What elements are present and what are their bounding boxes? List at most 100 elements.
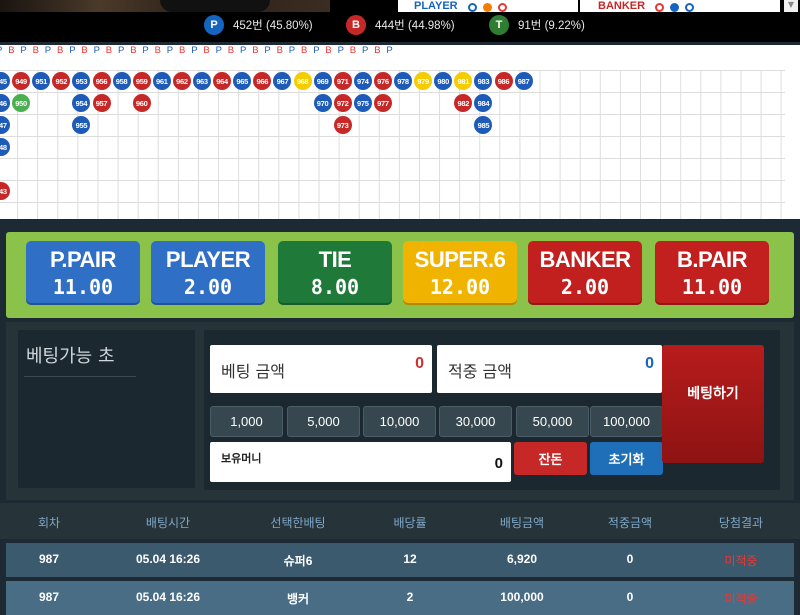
road-header-letter: B	[32, 45, 39, 56]
balance-value: 0	[494, 455, 503, 472]
player-badge: P	[204, 15, 224, 35]
bet-option-banker[interactable]: BANKER 2.00	[528, 241, 642, 305]
road-header-letter: B	[130, 45, 137, 56]
banker-prediction-label: BANKER	[598, 0, 646, 12]
road-ball: 970	[313, 94, 332, 112]
road-ball: 975	[353, 94, 372, 112]
road-header-letter: P	[240, 45, 247, 56]
place-bet-button[interactable]: 베팅하기	[662, 345, 764, 463]
table-cell: 0	[626, 590, 634, 604]
road-header-letter: B	[57, 45, 64, 56]
road-header-letter: B	[374, 45, 381, 56]
road-ball: 974	[353, 72, 372, 90]
table-header-cell: 배팅시간	[145, 516, 191, 530]
table-header-cell: 배당률	[393, 516, 427, 530]
chip-button[interactable]: 10,000	[363, 406, 436, 437]
stat-player-text: 452번 (45.80%)	[233, 20, 313, 32]
road-header-letter: P	[191, 45, 198, 56]
history-table-header: 회차 배팅시간 선택한배팅 배당률 배팅금액 적중금액 당첨결과	[0, 503, 800, 539]
road-header-letter: P	[337, 45, 344, 56]
road-ball: 969	[313, 72, 332, 90]
road-header-letter: B	[179, 45, 186, 56]
bet-option-p-pair[interactable]: P.PAIR 11.00	[26, 241, 140, 305]
road-header-letter: P	[69, 45, 76, 56]
road-header-letter: B	[301, 45, 308, 56]
bet-option-odds: 11.00	[52, 275, 114, 299]
table-cell: 0	[626, 552, 634, 566]
road-header-letter: B	[105, 45, 113, 56]
countdown-label: 베팅가능 초	[26, 346, 115, 367]
table-row: 987 05.04 16:26 슈퍼6 12 6,920 0 미적중	[6, 543, 794, 577]
road-header-letter: B	[81, 45, 88, 56]
road-ball: 976	[373, 72, 392, 90]
road-header-letter: P	[118, 45, 125, 56]
bet-amount-field: 베팅 금액 0	[210, 345, 432, 393]
bet-option-odds: 2.00	[183, 275, 233, 299]
chip-button[interactable]: 5,000	[287, 406, 360, 437]
table-cell: 슈퍼6	[283, 554, 313, 568]
chip-button[interactable]: 50,000	[516, 406, 589, 437]
bead-road: PBPBPBPBPBPBPBPBPBPBPBPBPBPBPBPBP ◀ ▶ 94…	[0, 45, 800, 219]
road-header-letter: P	[142, 45, 149, 56]
chip-button[interactable]: 100,000	[590, 406, 663, 437]
road-header: PBPBPBPBPBPBPBPBPBPBPBPBPBPBPBPBP	[0, 45, 785, 57]
road-ball: 960	[132, 94, 151, 112]
road-header-letter: P	[44, 45, 52, 56]
road-ball: 950	[12, 94, 31, 112]
road-header-letter: P	[0, 45, 2, 56]
countdown-box: 베팅가능 초	[18, 330, 195, 488]
tie-badge: T	[489, 15, 509, 35]
banker-badge: B	[346, 15, 366, 35]
table-header-cell: 배팅금액	[499, 516, 545, 530]
stats-bar: PLAYER BANKER ▼ P 452번 (45.80%) B 444번 (…	[0, 0, 800, 42]
bet-option-super-6[interactable]: SUPER.6 12.00	[403, 241, 517, 305]
player-prediction: PLAYER	[398, 0, 578, 12]
road-ball: 959	[132, 72, 151, 90]
table-cell: 미적중	[724, 554, 758, 568]
bet-option-name: BANKER	[539, 247, 631, 272]
bet-option-name: B.PAIR	[677, 247, 747, 272]
chip-button[interactable]: 1,000	[210, 406, 283, 437]
table-cell: 987	[38, 552, 60, 566]
bet-option-odds: 8.00	[310, 275, 360, 299]
road-ball: 949	[12, 72, 31, 90]
road-header-letter: P	[362, 45, 369, 56]
chip-button[interactable]: 30,000	[439, 406, 512, 437]
road-header-letter: P	[215, 45, 222, 56]
win-amount-label: 적중 금액	[448, 362, 512, 381]
table-cell: 6,920	[506, 552, 538, 566]
table-header-cell: 당첨결과	[718, 516, 764, 530]
bet-option-name: P.PAIR	[50, 247, 116, 272]
road-header-letter: P	[386, 45, 393, 56]
bet-amount-value: 0	[415, 355, 424, 372]
stat-player: P 452번 (45.80%)	[204, 14, 313, 36]
table-cell: 뱅커	[286, 592, 310, 606]
bet-option-player[interactable]: PLAYER 2.00	[151, 241, 265, 305]
balance-label: 보유머니	[221, 452, 262, 465]
win-amount-field: 적중 금액 0	[437, 345, 662, 393]
road-ball: 963	[193, 72, 211, 90]
road-header-letter: P	[20, 45, 27, 56]
bet-amount-label: 베팅 금액	[221, 362, 285, 381]
road-header-letter: B	[252, 45, 259, 56]
table-row: 987 05.04 16:26 뱅커 2 100,000 0 미적중	[6, 581, 794, 615]
bet-option-tie[interactable]: TIE 8.00	[278, 241, 392, 305]
table-header-cell: 선택한배팅	[270, 516, 326, 530]
road-ball: 962	[172, 72, 191, 90]
road-ball: 972	[333, 94, 352, 112]
road-grid	[0, 70, 785, 219]
bet-option-name: PLAYER	[165, 247, 251, 272]
road-header-letter: B	[203, 45, 210, 56]
road-header-letter: B	[325, 45, 332, 56]
road-header-letter: P	[313, 45, 320, 56]
chevron-down-icon[interactable]: ▼	[784, 0, 798, 12]
road-header-letter: B	[276, 45, 283, 56]
table-cell: 미적중	[724, 592, 758, 606]
road-header-letter: B	[349, 45, 357, 56]
banker-prediction: BANKER	[580, 0, 780, 12]
change-button[interactable]: 잔돈	[514, 442, 587, 475]
reset-button[interactable]: 초기화	[590, 442, 663, 475]
bet-option-b-pair[interactable]: B.PAIR 11.00	[655, 241, 769, 305]
bet-option-name: SUPER.6	[414, 247, 506, 272]
live-video-strip	[0, 0, 330, 12]
